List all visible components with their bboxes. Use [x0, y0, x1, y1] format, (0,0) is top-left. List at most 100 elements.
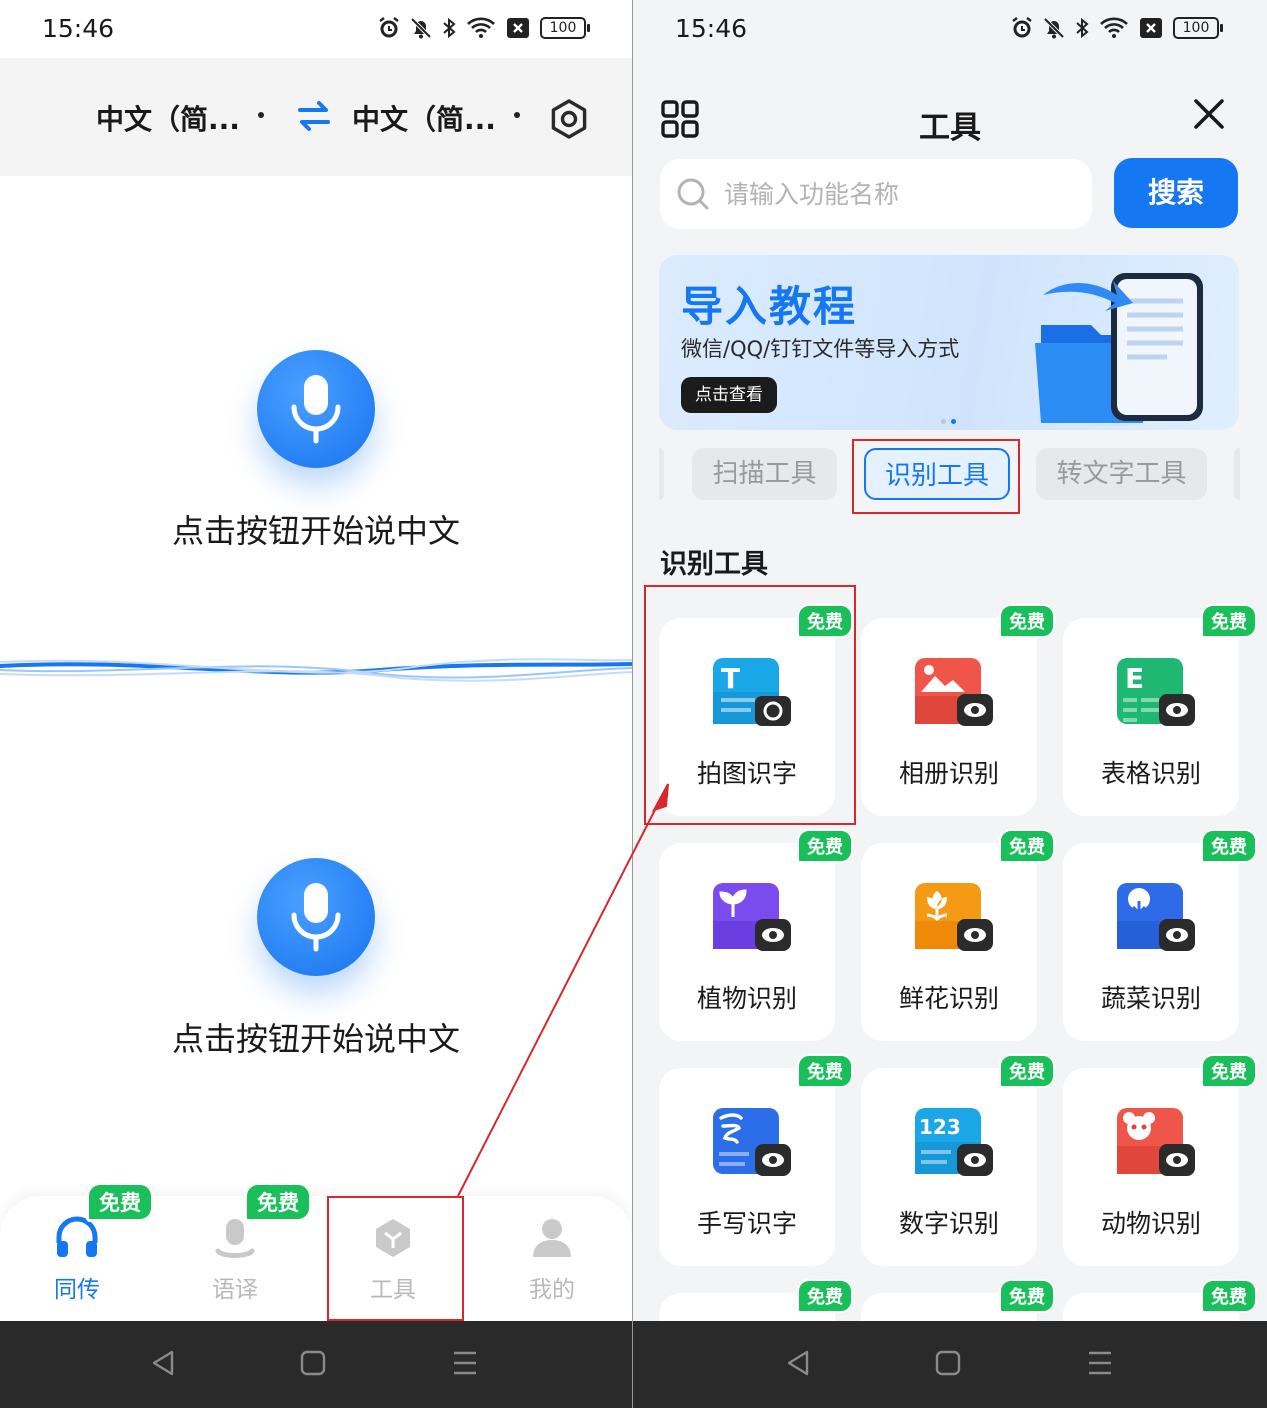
tab-to-text-tools[interactable]: 转文字工具: [1036, 448, 1207, 500]
tab-tools[interactable]: 工具: [333, 1214, 453, 1304]
tab-scan-tools[interactable]: 扫描工具: [692, 448, 837, 500]
tab-recognition-tools[interactable]: 识别工具: [864, 448, 1010, 500]
mute-bell-icon: [1043, 17, 1065, 39]
plant-eye-icon: [713, 883, 791, 951]
search-icon: [677, 178, 709, 210]
battery-indicator: 100: [540, 17, 590, 39]
tool-card-vegetable[interactable]: 蔬菜识别 免费: [1063, 829, 1257, 1041]
sound-wave: [0, 658, 632, 682]
svg-text:E: E: [1125, 662, 1144, 695]
mute-bell-icon: [410, 17, 432, 39]
tool-label: 拍图识字: [696, 759, 797, 788]
menu-icon[interactable]: [1087, 1349, 1113, 1377]
home-icon[interactable]: [935, 1349, 961, 1377]
tool-label: 蔬菜识别: [1100, 984, 1201, 1013]
search-input[interactable]: [724, 179, 1084, 209]
text-camera-icon: T: [713, 658, 791, 726]
banner-pagination: [941, 419, 956, 424]
system-nav-bar: [0, 1321, 632, 1408]
sim-icon: [1140, 18, 1162, 38]
tool-card-number[interactable]: 123 数字识别 免费: [861, 1054, 1055, 1266]
tool-card-photo-text[interactable]: T 拍图识字 免费: [659, 604, 853, 816]
language-bar: 中文（简... 中文（简...: [0, 58, 632, 176]
free-badge: 免费: [999, 604, 1055, 638]
home-icon[interactable]: [300, 1349, 326, 1377]
banner-title: 导入教程: [681, 282, 858, 331]
number-eye-icon: 123: [915, 1108, 993, 1176]
back-icon[interactable]: [150, 1349, 176, 1377]
menu-icon[interactable]: [452, 1349, 478, 1377]
free-badge: 免费: [797, 604, 853, 638]
free-badge: 免费: [797, 1054, 853, 1088]
free-badge: 免费: [1201, 604, 1257, 638]
free-badge: 免费: [797, 1279, 853, 1313]
tab-voice-translate[interactable]: 语译: [175, 1214, 295, 1304]
bluetooth-icon: [443, 17, 456, 39]
mic-hint-top: 点击按钮开始说中文: [171, 512, 460, 550]
mic-button-top[interactable]: [257, 350, 375, 468]
search-field[interactable]: [660, 159, 1092, 229]
mic-section-top: 点击按钮开始说中文: [0, 350, 632, 552]
close-icon[interactable]: [1193, 98, 1225, 130]
folder-phone-illustration-icon: [1035, 273, 1203, 423]
sim-icon: [507, 18, 529, 38]
free-badge: 免费: [86, 1182, 154, 1222]
bluetooth-icon: [1076, 17, 1089, 39]
section-title: 识别工具: [660, 549, 768, 580]
microphone-icon: [291, 375, 341, 444]
free-badge: 免费: [1201, 1279, 1257, 1313]
table-eye-icon: E: [1117, 658, 1195, 726]
status-icons: 100: [1011, 16, 1223, 40]
status-bar: 15:46 100: [633, 0, 1267, 58]
tool-card-handwriting[interactable]: 手写识字 免费: [659, 1054, 853, 1266]
bottom-tab-bar: 同传 语译 工具 我的 免费 免费: [0, 1182, 632, 1321]
back-icon[interactable]: [785, 1349, 811, 1377]
category-tab-edge: [1234, 448, 1240, 500]
status-time: 15:46: [42, 14, 115, 43]
tool-card-album[interactable]: 相册识别 免费: [861, 604, 1055, 816]
pagination-dot-active: [951, 419, 956, 424]
source-language-selector[interactable]: 中文（简...: [96, 98, 264, 138]
tool-card-flower[interactable]: 鲜花识别 免费: [861, 829, 1055, 1041]
microphone-icon: [291, 883, 341, 952]
tool-label: 植物识别: [696, 984, 797, 1013]
tool-label: 表格识别: [1100, 759, 1201, 788]
vegetable-eye-icon: [1117, 883, 1195, 951]
tab-simultaneous[interactable]: 同传: [17, 1214, 137, 1304]
tool-card-animal[interactable]: 动物识别 免费: [1063, 1054, 1257, 1266]
swap-languages-icon[interactable]: [296, 100, 332, 132]
tab-label: 工具: [370, 1277, 416, 1303]
cube-icon: [376, 1219, 410, 1257]
free-badge: 免费: [999, 1279, 1055, 1313]
dropdown-dot-icon: [513, 112, 520, 118]
settings-gear-icon[interactable]: [548, 98, 590, 140]
free-badge: 免费: [1201, 1054, 1257, 1088]
tool-card-table[interactable]: E 表格识别 免费: [1063, 604, 1257, 816]
alarm-icon: [379, 17, 399, 38]
tab-profile[interactable]: 我的: [492, 1214, 612, 1304]
free-badge: 免费: [244, 1182, 312, 1222]
tool-label: 鲜花识别: [898, 984, 999, 1013]
free-badge: 免费: [797, 829, 853, 863]
system-nav-bar: [633, 1321, 1267, 1408]
tool-label: 手写识字: [696, 1209, 797, 1238]
status-time: 15:46: [675, 14, 748, 43]
free-badge: 免费: [999, 1054, 1055, 1088]
alarm-icon: [1012, 17, 1032, 38]
tab-label: 同传: [54, 1277, 100, 1303]
tool-card-plant[interactable]: 植物识别 免费: [659, 829, 853, 1041]
album-eye-icon: [915, 658, 993, 726]
mic-button-bottom[interactable]: [257, 858, 375, 976]
left-screen: 15:46 100 中文（简... 中文（简... 点击按钮开始说中文 点击按钮…: [0, 0, 632, 1408]
tools-header: 工具: [633, 58, 1267, 158]
right-screen: 15:46 100 工具 搜索 导入教程 微信/QQ/钉钉文件等导入方式 点击查…: [633, 0, 1267, 1408]
number-glyph: 123: [919, 1115, 961, 1139]
banner-view-button[interactable]: 点击查看: [681, 377, 777, 413]
banner-subtitle: 微信/QQ/钉钉文件等导入方式: [681, 337, 960, 361]
free-badge: 免费: [1201, 829, 1257, 863]
search-button[interactable]: 搜索: [1114, 158, 1238, 228]
import-tutorial-banner[interactable]: 导入教程 微信/QQ/钉钉文件等导入方式 点击查看: [659, 255, 1239, 430]
wifi-icon: [1100, 17, 1128, 38]
source-language-label: 中文（简...: [96, 103, 240, 136]
target-language-selector[interactable]: 中文（简...: [352, 98, 520, 138]
